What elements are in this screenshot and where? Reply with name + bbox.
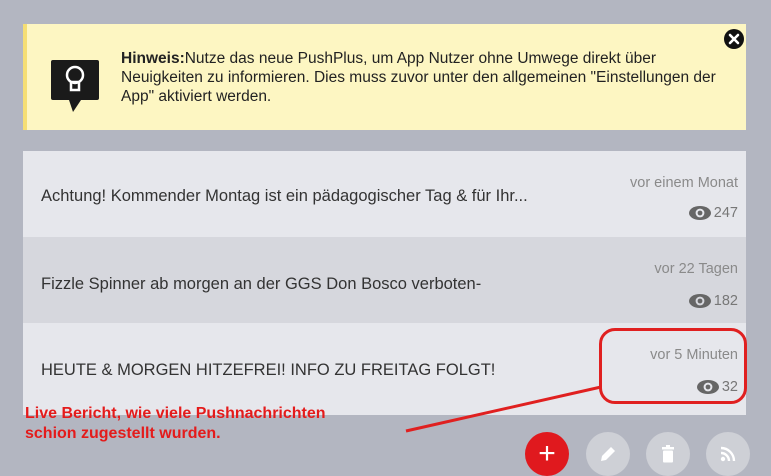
message-time: vor 22 Tagen <box>654 261 738 277</box>
message-title: Fizzle Spinner ab morgen an der GGS Don … <box>41 275 482 293</box>
view-count-value: 247 <box>713 205 738 221</box>
rss-icon <box>720 446 736 462</box>
lightbulb-icon <box>51 60 99 112</box>
edit-button[interactable] <box>586 432 630 476</box>
delete-button[interactable] <box>646 432 690 476</box>
list-item[interactable]: Achtung! Kommender Montag ist ein pädago… <box>23 151 746 237</box>
annotation-line-1: Live Bericht, wie viele Pushnachrichten <box>25 405 326 422</box>
pencil-icon <box>601 447 615 461</box>
hint-label: Hinweis: <box>121 50 185 67</box>
message-title: HEUTE & MORGEN HITZEFREI! INFO ZU FREITA… <box>41 361 496 379</box>
add-label: + <box>538 437 556 470</box>
hint-body: Nutze das neue PushPlus, um App Nutzer o… <box>121 50 716 105</box>
trash-icon <box>662 445 674 463</box>
message-title: Achtung! Kommender Montag ist ein pädago… <box>41 187 528 205</box>
annotation-highlight-box <box>599 328 747 404</box>
annotation-line-2: schion zugestellt wurden. <box>25 425 221 442</box>
add-message-button[interactable]: + <box>525 432 569 476</box>
annotation-text: Live Bericht, wie viele Pushnachrichten … <box>25 404 405 444</box>
eye-icon <box>688 294 711 308</box>
list-item[interactable]: Fizzle Spinner ab morgen an der GGS Don … <box>23 237 746 323</box>
view-count-value: 182 <box>713 293 738 309</box>
view-count: 247 <box>688 203 738 223</box>
hint-banner: Hinweis:Nutze das neue PushPlus, um App … <box>23 24 746 130</box>
rss-button[interactable] <box>706 432 750 476</box>
view-count: 182 <box>688 291 738 311</box>
eye-icon <box>688 206 711 220</box>
message-time: vor einem Monat <box>630 175 738 191</box>
close-icon[interactable] <box>723 28 745 50</box>
hint-message: Hinweis:Nutze das neue PushPlus, um App … <box>121 49 721 106</box>
